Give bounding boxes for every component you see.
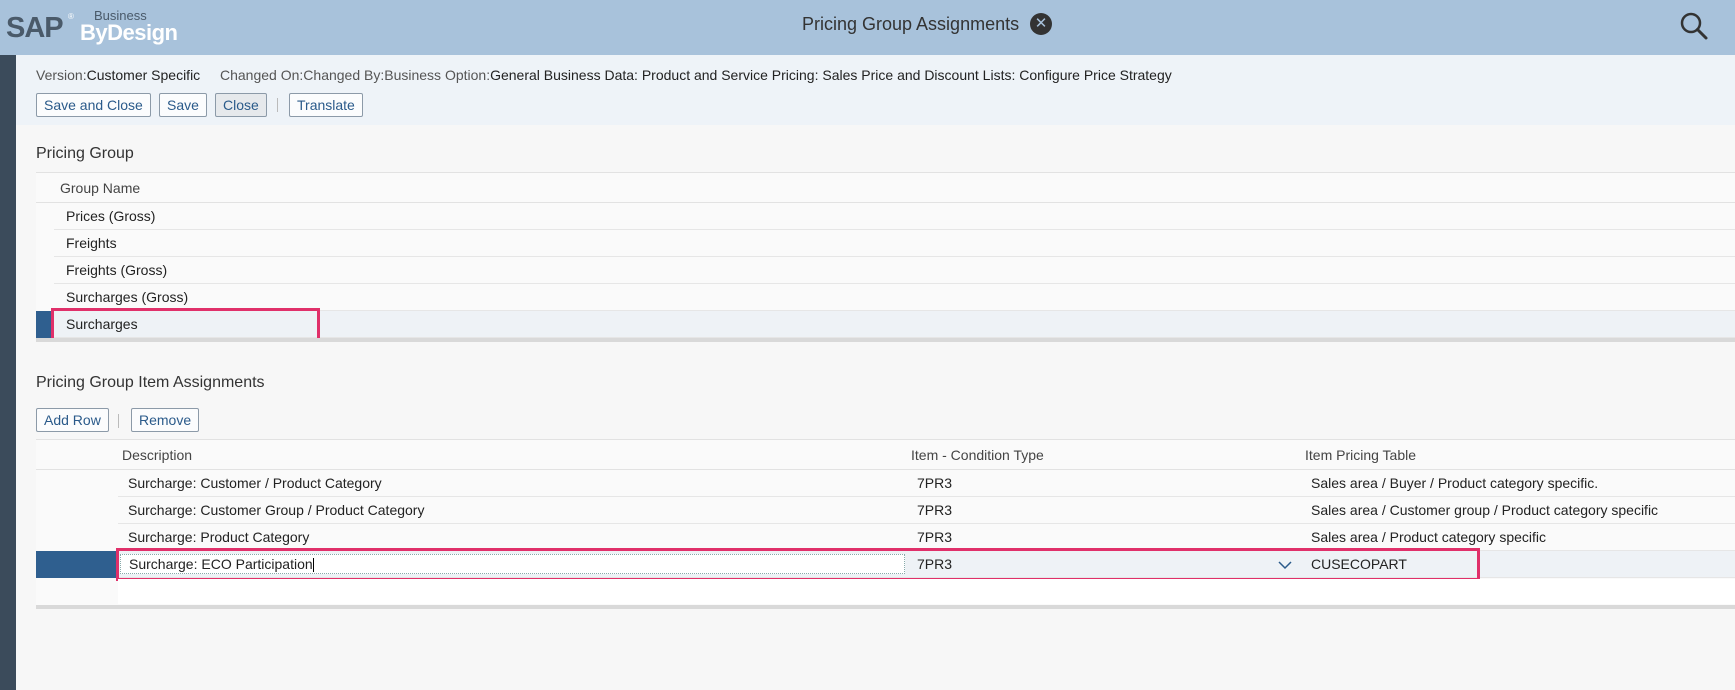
table-top-border bbox=[36, 439, 1735, 440]
description-cell: Surcharge: Product Category bbox=[128, 529, 310, 545]
table-row[interactable]: Prices (Gross) bbox=[54, 203, 1735, 230]
add-row-button[interactable]: Add Row bbox=[36, 408, 109, 432]
highlight-box bbox=[116, 548, 1480, 581]
toolbar-separator bbox=[277, 98, 278, 112]
table-row[interactable]: Surcharge: Customer / Product Category 7P… bbox=[118, 470, 1735, 497]
group-name-cell: Prices (Gross) bbox=[66, 208, 156, 224]
version-value: Customer Specific bbox=[86, 67, 201, 83]
logo-registered-mark: ® bbox=[68, 12, 74, 21]
row-selector[interactable] bbox=[36, 284, 54, 311]
close-window-icon[interactable]: ✕ bbox=[1030, 13, 1052, 35]
row-selector[interactable] bbox=[36, 203, 54, 230]
remove-button[interactable]: Remove bbox=[131, 408, 200, 432]
table-row[interactable]: Surcharge: Customer Group / Product Cate… bbox=[118, 497, 1735, 524]
item-assignments-scrollbar[interactable] bbox=[36, 605, 1735, 609]
group-name-cell: Surcharges (Gross) bbox=[66, 289, 189, 305]
pricing-table-cell: Sales area / Product category specific bbox=[1311, 529, 1547, 545]
left-navigation-strip bbox=[0, 55, 16, 690]
pricing-group-title: Pricing Group bbox=[36, 145, 134, 162]
table-row[interactable]: Surcharges (Gross) bbox=[54, 284, 1735, 311]
description-cell: Surcharge: Customer Group / Product Cate… bbox=[128, 502, 425, 518]
table-top-border bbox=[36, 172, 1735, 173]
pricing-table-cell: Sales area / Buyer / Product category sp… bbox=[1311, 475, 1599, 491]
pricing-group-scrollbar[interactable] bbox=[36, 338, 1735, 342]
table-row[interactable]: Surcharge: Product Category 7PR3 Sales are… bbox=[118, 524, 1735, 551]
group-name-cell: Freights bbox=[66, 235, 117, 251]
shell-bar: SAP ® Business ByDesign Pricing Group As… bbox=[0, 0, 1735, 55]
row-selector[interactable] bbox=[36, 257, 54, 284]
toolbar-separator bbox=[118, 414, 119, 428]
empty-new-row[interactable] bbox=[118, 579, 1735, 604]
logo-bydesign: ByDesign bbox=[80, 20, 178, 45]
table-row[interactable]: Freights (Gross) bbox=[54, 257, 1735, 284]
version-label: Version: bbox=[36, 67, 87, 83]
column-condition-type[interactable]: Item - Condition Type bbox=[911, 447, 1044, 463]
condition-type-cell: 7PR3 bbox=[917, 502, 953, 518]
change-info: Changed On:Changed By:Business Option:Ge… bbox=[220, 67, 1172, 83]
business-option-value: General Business Data: Product and Servi… bbox=[490, 67, 1172, 83]
pricing-table-cell: Sales area / Customer group / Product ca… bbox=[1311, 502, 1659, 518]
row-selector[interactable] bbox=[36, 497, 118, 524]
changed-by-label: Changed By: bbox=[303, 67, 385, 83]
condition-type-cell: 7PR3 bbox=[917, 529, 953, 545]
column-description[interactable]: Description bbox=[122, 447, 192, 463]
search-icon[interactable] bbox=[1678, 10, 1710, 42]
item-assignments-title: Pricing Group Item Assignments bbox=[36, 374, 265, 391]
description-cell: Surcharge: Customer / Product Category bbox=[128, 475, 382, 491]
close-button[interactable]: Close bbox=[215, 93, 267, 117]
row-selector[interactable] bbox=[36, 230, 54, 257]
object-header: Version:Customer Specific Changed On:Cha… bbox=[16, 55, 1735, 125]
column-pricing-table[interactable]: Item Pricing Table bbox=[1305, 447, 1416, 463]
condition-type-cell: 7PR3 bbox=[917, 475, 953, 491]
group-name-cell: Freights (Gross) bbox=[66, 262, 168, 278]
highlight-box bbox=[51, 308, 320, 341]
column-group-name[interactable]: Group Name bbox=[60, 180, 140, 196]
row-selector-selected[interactable] bbox=[36, 551, 118, 578]
logo-sap: SAP bbox=[6, 12, 64, 44]
translate-button[interactable]: Translate bbox=[289, 93, 363, 117]
business-option-label: Business Option: bbox=[384, 67, 491, 83]
row-selector[interactable] bbox=[36, 470, 118, 497]
save-and-close-button[interactable]: Save and Close bbox=[36, 93, 151, 117]
save-button[interactable]: Save bbox=[159, 93, 207, 117]
row-selector[interactable] bbox=[36, 524, 118, 551]
version-info: Version:Customer Specific bbox=[36, 67, 200, 83]
table-row[interactable]: Freights bbox=[54, 230, 1735, 257]
changed-on-label: Changed On: bbox=[220, 67, 304, 83]
page-title: Pricing Group Assignments bbox=[802, 14, 1020, 34]
